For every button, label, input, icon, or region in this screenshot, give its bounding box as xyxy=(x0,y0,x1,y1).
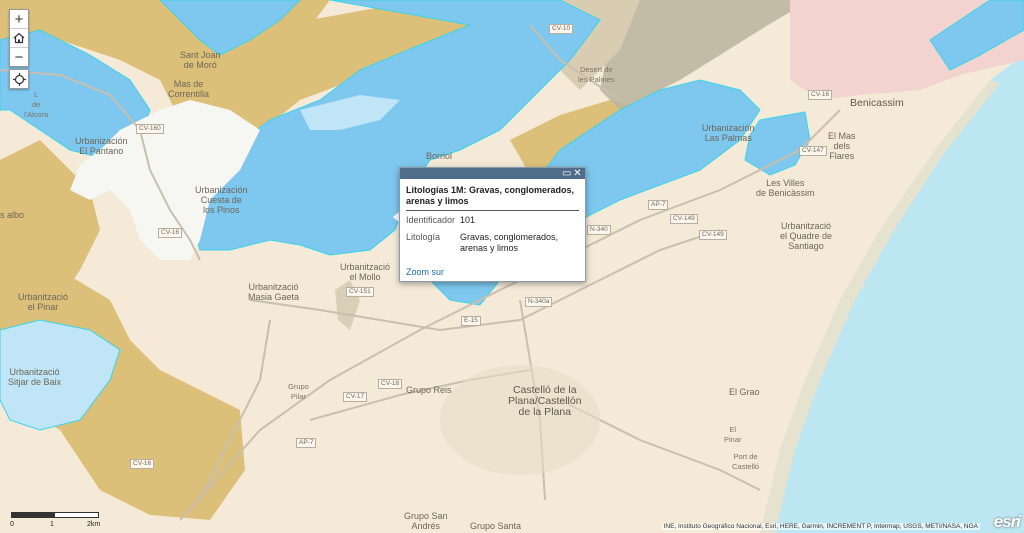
place-label: Urbanización Las Palmas xyxy=(702,123,755,143)
place-label: Urbanización Cuesta de los Pinos xyxy=(195,185,248,215)
road-shield: E-15 xyxy=(461,316,481,326)
place-label: Grupo Pilar xyxy=(288,382,309,401)
field-key: Litología xyxy=(406,232,441,242)
scale-label: 1 xyxy=(50,521,54,528)
home-icon xyxy=(13,32,25,44)
road-shield: CV-16 xyxy=(808,90,833,100)
road-shield: N-340a xyxy=(525,297,553,307)
locate-button[interactable] xyxy=(9,69,29,89)
road-shield: CV-18 xyxy=(378,379,403,389)
place-label: Urbanización El Pantano xyxy=(75,136,128,156)
locate-icon xyxy=(12,72,26,86)
road-shield: CV-16 xyxy=(130,459,155,469)
place-label: Urbanització el Quadre de Santiago xyxy=(780,221,833,251)
scale-bar xyxy=(11,512,99,518)
feature-popup: ▭ ✕ Litologías 1M: Gravas, conglomerados… xyxy=(399,167,586,282)
road-shield: CV-149 xyxy=(670,214,698,224)
attribution: INE, Instituto Geográfico Nacional, Esri… xyxy=(661,523,980,530)
place-label: Desert de les Palmes xyxy=(578,65,615,84)
zoom-to-link[interactable]: Zoom sur xyxy=(406,267,444,277)
field-value: 101 xyxy=(460,215,476,225)
home-button[interactable] xyxy=(10,29,28,48)
esri-logo: esri xyxy=(993,512,1021,531)
place-label: Castelló de la Plana/Castellón de la Pla… xyxy=(508,384,582,418)
maximize-icon[interactable]: ▭ xyxy=(562,169,571,179)
castello-city-center xyxy=(440,365,600,475)
road-shield: AP-7 xyxy=(296,438,317,448)
place-label: El Grao xyxy=(729,387,760,397)
zoom-out-button[interactable]: − xyxy=(10,48,28,66)
field-key: Identificador xyxy=(406,215,456,225)
zoom-in-button[interactable]: + xyxy=(10,10,28,29)
popup-title: Litologías 1M: Gravas, conglomerados, ar… xyxy=(406,179,579,211)
road-shield: CV-10 xyxy=(549,24,574,34)
popup-header-bar: ▭ ✕ xyxy=(400,168,585,179)
zoom-control: + − xyxy=(9,9,29,67)
road-shield: CV-149 xyxy=(699,230,727,240)
place-label: L de l'Alcora xyxy=(24,90,49,119)
road-shield: CV-160 xyxy=(136,124,164,134)
place-label: Urbanització Masia Gaeta xyxy=(248,282,300,302)
close-icon[interactable]: ✕ xyxy=(573,169,582,179)
popup-body: Identificador 101 Litología Gravas, cong… xyxy=(400,211,585,254)
place-label: Grupo Santa xyxy=(470,521,522,531)
place-label: Grupo San Andrés xyxy=(404,511,448,531)
road-shield: CV-151 xyxy=(346,287,374,297)
place-label: Mas de Correntilla xyxy=(168,79,210,99)
place-label: Urbanització Sitjar de Baix xyxy=(8,367,62,387)
place-label: Grupo Reis xyxy=(406,385,452,395)
popup-field-row: Litología Gravas, conglomerados, arenas … xyxy=(406,232,579,254)
scale-label: 0 xyxy=(10,521,14,528)
place-label: s albo xyxy=(0,210,25,220)
road-shield: CV-17 xyxy=(343,392,368,402)
popup-field-row: Identificador 101 xyxy=(406,215,579,226)
road-shield: CV-147 xyxy=(799,146,827,156)
place-label: Urbanització el Mollo xyxy=(340,262,391,282)
place-label: Benicassim xyxy=(850,97,904,109)
road-shield: AP-7 xyxy=(648,200,669,210)
road-shield: CV-16 xyxy=(158,228,183,238)
road-shield: N-340 xyxy=(587,225,611,235)
place-label: El Pinar xyxy=(724,425,742,444)
place-label: Sant Joan de Moró xyxy=(180,50,221,70)
place-label: Port de Castelló xyxy=(732,452,760,471)
place-label: El Mas dels Flares xyxy=(828,131,856,161)
field-value: Gravas, conglomerados, arenas y limos xyxy=(460,232,559,253)
place-label: Les Villes de Benicàssim xyxy=(756,178,815,198)
scale-label: 2km xyxy=(87,521,101,528)
place-label: Borriol xyxy=(426,151,453,161)
place-label: Urbanització el Pinar xyxy=(18,292,69,312)
